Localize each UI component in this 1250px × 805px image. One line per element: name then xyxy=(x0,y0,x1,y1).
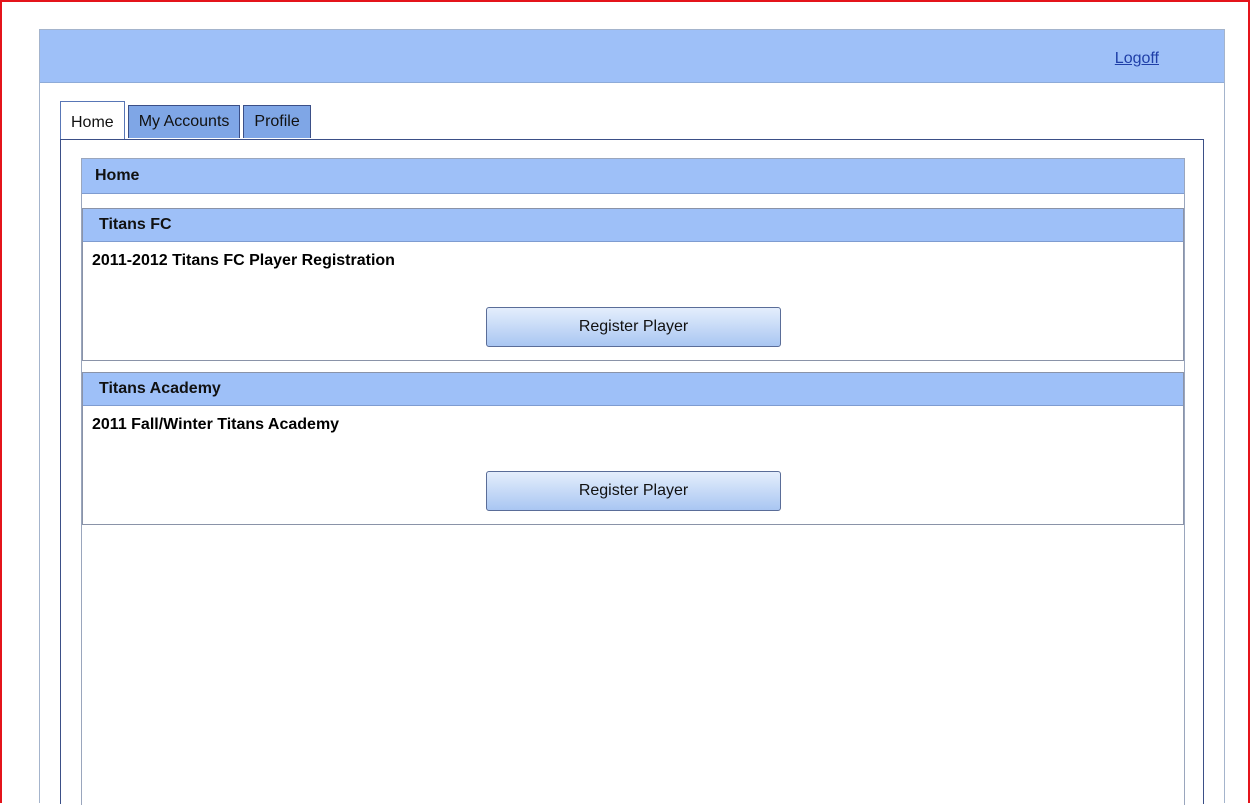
home-panel-header: Home xyxy=(82,159,1184,194)
section-titans-fc: Titans FC 2011-2012 Titans FC Player Reg… xyxy=(82,208,1184,361)
register-player-button-titans-academy[interactable]: Register Player xyxy=(486,471,781,511)
tab-bar: Home My Accounts Profile xyxy=(60,101,314,139)
registration-title-titans-fc: 2011-2012 Titans FC Player Registration xyxy=(92,252,395,269)
logoff-link[interactable]: Logoff xyxy=(1115,50,1159,68)
tab-panel: Home Titans FC 2011-2012 Titans FC Playe… xyxy=(60,139,1204,805)
tab-profile[interactable]: Profile xyxy=(243,105,311,138)
app-window: Logoff Home My Accounts Profile Home Tit… xyxy=(39,29,1225,805)
section-header-titans-fc: Titans FC xyxy=(83,209,1183,242)
header-bar: Logoff xyxy=(40,30,1224,83)
section-titans-academy: Titans Academy 2011 Fall/Winter Titans A… xyxy=(82,372,1184,525)
home-panel: Home Titans FC 2011-2012 Titans FC Playe… xyxy=(81,158,1185,805)
tab-home[interactable]: Home xyxy=(60,101,125,139)
section-header-titans-academy: Titans Academy xyxy=(83,373,1183,406)
register-player-button-titans-fc[interactable]: Register Player xyxy=(486,307,781,347)
tab-my-accounts[interactable]: My Accounts xyxy=(127,105,241,138)
registration-title-titans-academy: 2011 Fall/Winter Titans Academy xyxy=(92,416,340,433)
